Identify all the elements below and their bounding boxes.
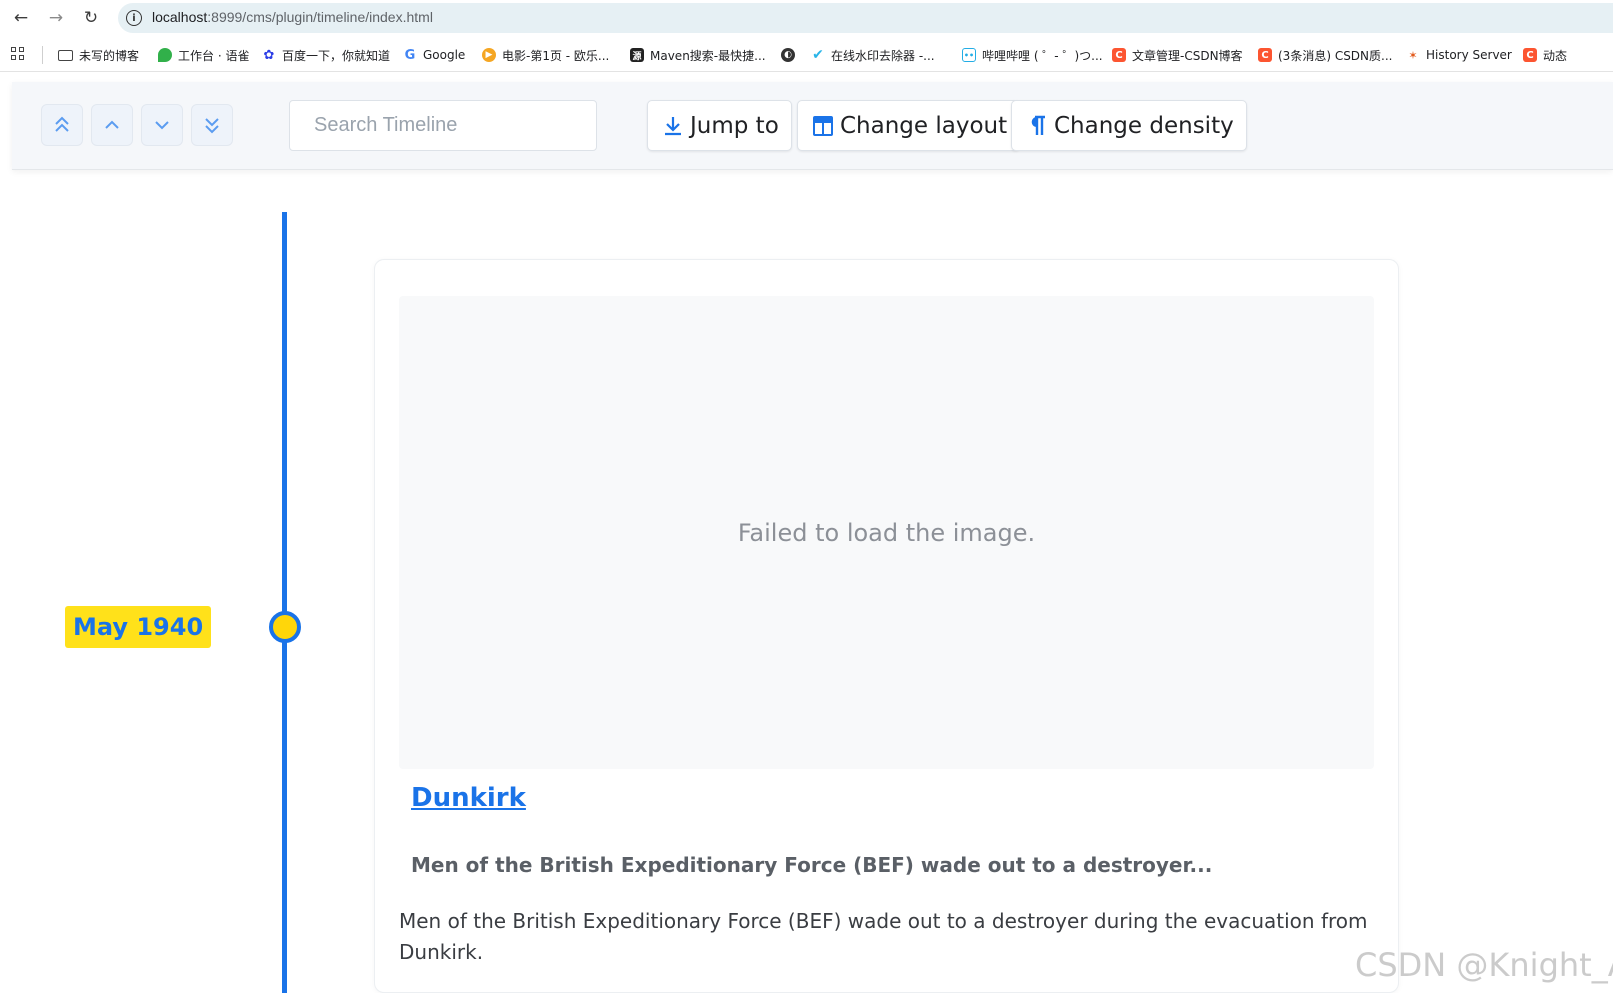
jump-to-button[interactable]: Jump to	[647, 100, 792, 151]
search-timeline-input[interactable]	[289, 100, 597, 151]
bookmark-label: 在线水印去除器 -...	[831, 48, 935, 63]
double-chevron-down-icon	[205, 118, 219, 134]
bookmark-item[interactable]: ✿ 百度一下，你就知道	[262, 45, 390, 65]
go-to-next-button[interactable]	[141, 104, 183, 146]
change-layout-label: Change layout	[840, 112, 1008, 139]
movie-icon: ▶	[482, 48, 496, 62]
reload-icon[interactable]: ↻	[79, 6, 103, 30]
bookmark-item[interactable]: ✶ History Server	[1406, 45, 1512, 65]
bookmark-item[interactable]: ▶ 电影-第1页 - 欧乐...	[482, 45, 609, 65]
event-subtitle: Men of the British Expeditionary Force (…	[411, 853, 1213, 877]
bilibili-icon: ••	[962, 48, 976, 62]
bookmarks-bar: 未写的博客 工作台 · 语雀 ✿ 百度一下，你就知道 G Google ▶ 电影…	[0, 38, 1613, 72]
double-chevron-up-icon	[55, 116, 69, 132]
baidu-icon: ✿	[263, 47, 275, 63]
csdn-icon: C	[1523, 48, 1537, 62]
bookmark-item[interactable]: G Google	[403, 45, 466, 65]
bookmark-item[interactable]: ◐	[781, 45, 801, 65]
bookmark-label: 动态	[1543, 48, 1568, 63]
bookmark-label: 文章管理-CSDN博客	[1132, 48, 1243, 63]
apps-grid-icon[interactable]	[11, 47, 25, 61]
watermark: CSDN @Knight_AL	[1355, 946, 1613, 984]
timeline-toolbar: Jump to Change layout Change density	[12, 82, 1613, 170]
bookmark-item[interactable]: 未写的博客	[58, 45, 139, 65]
image-placeholder: Failed to load the image.	[399, 296, 1374, 769]
layout-icon	[812, 115, 834, 137]
image-error-text: Failed to load the image.	[737, 518, 1036, 547]
google-icon: G	[404, 47, 416, 63]
event-title-link[interactable]: Dunkirk	[411, 783, 526, 813]
bookmark-item[interactable]: 源 Maven搜索-最快捷...	[630, 45, 766, 65]
bookmark-label: History Server	[1426, 48, 1512, 62]
timeline-event-card: Failed to load the image. Dunkirk Men of…	[374, 259, 1399, 993]
browser-address-bar: ← → ↻ i localhost:8999/cms/plugin/timeli…	[0, 0, 1613, 36]
chevron-up-icon	[105, 120, 119, 129]
download-arrow-icon	[662, 115, 684, 137]
globe-icon: ◐	[781, 48, 795, 62]
chevron-down-icon	[155, 121, 169, 130]
bookmark-item[interactable]: ✔ 在线水印去除器 -...	[811, 45, 935, 65]
go-to-previous-button[interactable]	[91, 104, 133, 146]
site-info-icon[interactable]: i	[126, 10, 142, 26]
spark-icon: ✶	[1408, 48, 1418, 62]
bookmarks-divider	[42, 46, 43, 64]
csdn-icon: C	[1258, 48, 1272, 62]
maven-icon: 源	[630, 48, 644, 62]
bookmark-label: 哔哩哔哩 ( ゜- ゜)つ...	[982, 48, 1103, 63]
bookmark-label: 电影-第1页 - 欧乐...	[502, 48, 610, 63]
watermark-remover-icon: ✔	[812, 47, 824, 63]
event-description: Men of the British Expeditionary Force (…	[399, 909, 1368, 964]
forward-arrow-icon[interactable]: →	[44, 6, 68, 30]
url-text[interactable]: localhost:8999/cms/plugin/timeline/index…	[152, 9, 433, 25]
bookmark-item[interactable]: C 动态	[1523, 45, 1567, 65]
timeline-date-label: May 1940	[65, 606, 212, 648]
back-arrow-icon[interactable]: ←	[9, 6, 33, 30]
bookmark-label: Google	[423, 48, 466, 62]
url-field[interactable]: i localhost:8999/cms/plugin/timeline/ind…	[118, 3, 1613, 33]
timeline-event-marker[interactable]	[269, 611, 301, 643]
pilcrow-icon	[1026, 115, 1048, 137]
bookmark-item[interactable]: C (3条消息) CSDN质...	[1258, 45, 1392, 65]
go-to-first-button[interactable]	[41, 104, 83, 146]
yuque-icon	[158, 48, 172, 62]
go-to-last-button[interactable]	[191, 104, 233, 146]
url-path: :8999/cms/plugin/timeline/index.html	[207, 9, 433, 25]
bookmark-label: 工作台 · 语雀	[178, 48, 250, 63]
bookmark-label: 未写的博客	[79, 48, 140, 63]
change-layout-button[interactable]: Change layout	[797, 100, 1021, 151]
bookmark-item[interactable]: •• 哔哩哔哩 ( ゜- ゜)つ...	[962, 45, 1103, 65]
bookmark-label: Maven搜索-最快捷...	[650, 48, 766, 63]
bookmark-item[interactable]: 工作台 · 语雀	[158, 45, 249, 65]
url-host: localhost	[152, 9, 208, 25]
change-density-button[interactable]: Change density	[1011, 100, 1247, 151]
bookmark-label: (3条消息) CSDN质...	[1278, 48, 1393, 63]
folder-icon	[58, 49, 73, 61]
csdn-icon: C	[1112, 48, 1126, 62]
bookmark-label: 百度一下，你就知道	[282, 48, 391, 63]
jump-to-label: Jump to	[690, 112, 779, 139]
bookmark-item[interactable]: C 文章管理-CSDN博客	[1112, 45, 1243, 65]
change-density-label: Change density	[1054, 112, 1234, 139]
timeline-axis	[282, 212, 287, 993]
